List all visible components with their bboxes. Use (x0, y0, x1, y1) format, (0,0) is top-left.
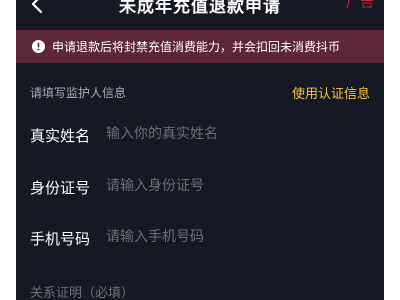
phone-number-label: 手机号码 (30, 230, 91, 248)
nav-bar: 未成年充值退款申请 广告 (16, 0, 384, 30)
section-title: 请填写监护人信息 (30, 86, 127, 100)
id-number-row: 身份证号 (16, 167, 384, 207)
phone-number-row: 手机号码 (16, 218, 384, 258)
exclamation-circle-icon (32, 40, 45, 53)
real-name-row: 真实姓名 (16, 115, 384, 155)
nav-right-action[interactable]: 广告 (346, 0, 374, 12)
use-verified-info-link[interactable]: 使用认证信息 (292, 83, 370, 102)
real-name-input[interactable] (106, 121, 366, 147)
refund-application-screen: 未成年充值退款申请 广告 申请退款后将封禁充值消费能力，并会扣回未消费抖币 请填… (16, 0, 384, 300)
id-number-label: 身份证号 (30, 179, 91, 197)
phone-number-input[interactable] (106, 224, 366, 250)
page-title: 未成年充值退款申请 (119, 0, 281, 17)
id-number-input[interactable] (106, 173, 366, 199)
real-name-label: 真实姓名 (30, 127, 91, 145)
warning-banner: 申请退款后将封禁充值消费能力，并会扣回未消费抖币 (16, 30, 384, 63)
guardian-section-header: 请填写监护人信息 使用认证信息 (16, 78, 384, 108)
warning-text: 申请退款后将封禁充值消费能力，并会扣回未消费抖币 (52, 40, 341, 54)
relationship-proof-label: 关系证明（必填） (30, 286, 135, 300)
